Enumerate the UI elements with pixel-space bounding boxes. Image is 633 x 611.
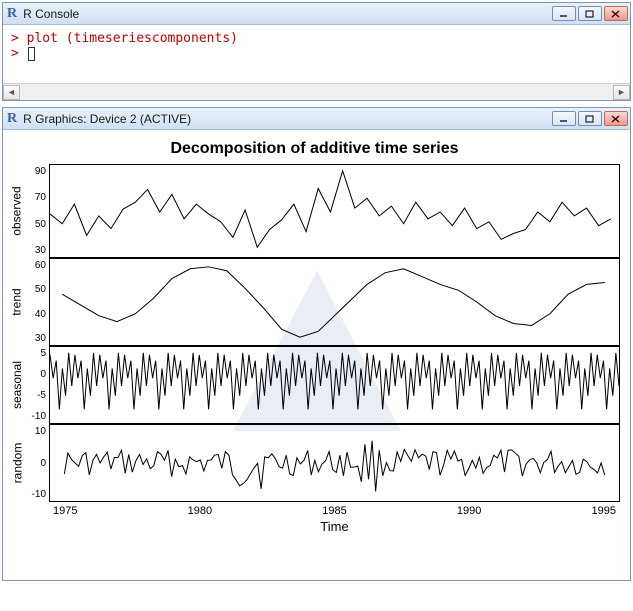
horizontal-scrollbar[interactable]: ◄ ► xyxy=(3,83,630,100)
plot-observed xyxy=(49,164,620,258)
chart-title: Decomposition of additive time series xyxy=(9,140,620,158)
r-logo-icon: R xyxy=(7,111,17,127)
console-line: > plot (timeseriescomponents) xyxy=(11,31,238,46)
console-prompt: > xyxy=(11,46,27,61)
plot-random xyxy=(49,424,620,502)
panel-seasonal: seasonal 5 0 -5 -10 xyxy=(9,346,620,424)
r-console-title: R Console xyxy=(23,7,552,21)
ylabel-observed: observed xyxy=(10,186,24,235)
ylabel-trend: trend xyxy=(10,288,24,315)
scroll-track[interactable] xyxy=(20,85,613,100)
r-console-titlebar[interactable]: R R Console xyxy=(3,3,630,25)
r-graphics-title: R Graphics: Device 2 (ACTIVE) xyxy=(23,112,552,126)
scroll-left-button[interactable]: ◄ xyxy=(3,85,20,100)
xaxis: 1975 1980 1985 1990 1995 Time xyxy=(9,502,620,534)
r-logo-icon: R xyxy=(7,6,17,22)
r-graphics-body: Decomposition of additive time series ob… xyxy=(3,130,630,580)
yticks-random: 10 0 -10 xyxy=(25,424,49,502)
maximize-button[interactable] xyxy=(578,6,602,21)
ylabel-random: random xyxy=(10,443,24,484)
close-button[interactable] xyxy=(604,111,628,126)
plot-seasonal xyxy=(49,346,620,424)
plot-trend xyxy=(49,258,620,346)
scroll-right-button[interactable]: ► xyxy=(613,85,630,100)
yticks-seasonal: 5 0 -5 -10 xyxy=(25,346,49,424)
yticks-observed: 90 70 50 30 xyxy=(25,164,49,258)
r-graphics-window: R R Graphics: Device 2 (ACTIVE) Decompos… xyxy=(2,107,631,581)
xlabel: Time xyxy=(49,519,620,534)
r-console-window: R R Console > plot (timeseriescomponents… xyxy=(2,2,631,101)
panel-random: random 10 0 -10 xyxy=(9,424,620,502)
decomposition-panels: observed 90 70 50 30 trend 60 xyxy=(9,164,620,534)
maximize-button[interactable] xyxy=(578,111,602,126)
close-button[interactable] xyxy=(604,6,628,21)
minimize-button[interactable] xyxy=(552,6,576,21)
minimize-button[interactable] xyxy=(552,111,576,126)
xticks: 1975 1980 1985 1990 1995 xyxy=(49,502,620,517)
r-graphics-titlebar[interactable]: R R Graphics: Device 2 (ACTIVE) xyxy=(3,108,630,130)
panel-trend: trend 60 50 40 30 xyxy=(9,258,620,346)
text-cursor-icon xyxy=(28,47,35,61)
ylabel-seasonal: seasonal xyxy=(10,361,24,409)
panel-observed: observed 90 70 50 30 xyxy=(9,164,620,258)
yticks-trend: 60 50 40 30 xyxy=(25,258,49,346)
r-console-body[interactable]: > plot (timeseriescomponents) > xyxy=(3,25,630,83)
